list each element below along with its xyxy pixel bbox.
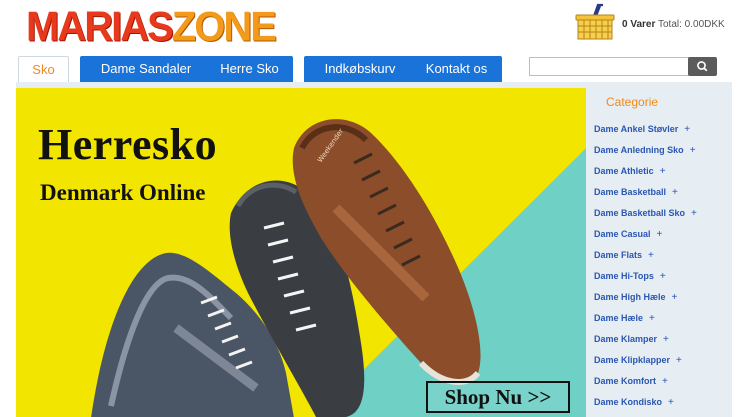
expand-plus-icon[interactable]: + [663, 334, 669, 345]
expand-plus-icon[interactable]: + [660, 271, 666, 282]
category-link[interactable]: Dame High Hæle [594, 292, 666, 302]
hero-banner[interactable]: Weekender Herresko Denmark Online Shop N… [16, 88, 586, 417]
category-link[interactable]: Dame Komfort [594, 376, 656, 386]
cart-count: 0 Varer [622, 19, 656, 30]
expand-plus-icon[interactable]: + [676, 355, 682, 366]
category-item[interactable]: Dame Hi-Tops + [594, 269, 697, 290]
category-item[interactable]: Dame Kondisko + [594, 395, 697, 416]
category-item[interactable]: Dame Hæle + [594, 311, 697, 332]
tab-kontakt-os[interactable]: Kontakt os [411, 56, 502, 82]
banner-title: Herresko [38, 120, 218, 169]
tab-sko[interactable]: Sko [18, 56, 69, 82]
category-item[interactable]: Dame Komfort + [594, 374, 697, 395]
expand-plus-icon[interactable]: + [672, 187, 678, 198]
expand-plus-icon[interactable]: + [662, 376, 668, 387]
category-link[interactable]: Dame Anledning Sko [594, 145, 684, 155]
category-link[interactable]: Dame Klamper [594, 334, 657, 344]
search-input[interactable] [529, 57, 689, 76]
expand-plus-icon[interactable]: + [660, 166, 666, 177]
cart-summary[interactable]: 0 Varer Total: 0.00DKK [622, 19, 725, 30]
category-item[interactable]: Dame Basketball + [594, 185, 697, 206]
expand-plus-icon[interactable]: + [648, 250, 654, 261]
tab-indkobskurv[interactable]: Indkøbskurv [304, 56, 416, 82]
category-link[interactable]: Dame Kondisko [594, 397, 662, 407]
category-link[interactable]: Dame Hi-Tops [594, 271, 654, 281]
category-item[interactable]: Dame Basketball Sko + [594, 206, 697, 227]
category-item[interactable]: Dame Ankel Støvler + [594, 122, 697, 143]
category-link[interactable]: Dame Klipklapper [594, 355, 670, 365]
category-link[interactable]: Dame Athletic [594, 166, 654, 176]
banner-subtitle: Denmark Online [40, 180, 206, 205]
category-item[interactable]: Dame Klipklapper + [594, 353, 697, 374]
search-icon [697, 61, 708, 72]
category-link[interactable]: Dame Ankel Støvler [594, 124, 678, 134]
category-list: Dame Ankel Støvler + Dame Anledning Sko + … [594, 122, 697, 416]
tab-dame-sandaler[interactable]: Dame Sandaler [80, 56, 212, 82]
site-logo[interactable]: MARIASZONE [26, 3, 277, 51]
cart-total: Total: 0.00DKK [657, 19, 725, 30]
category-item[interactable]: Dame Casual + [594, 227, 697, 248]
tab-herre-sko[interactable]: Herre Sko [206, 56, 293, 82]
category-item[interactable]: Dame Klamper + [594, 332, 697, 353]
expand-plus-icon[interactable]: + [691, 208, 697, 219]
logo-part-zone: ZONE [171, 3, 277, 51]
category-item[interactable]: Dame Athletic + [594, 164, 697, 185]
category-link[interactable]: Dame Flats [594, 250, 642, 260]
expand-plus-icon[interactable]: + [672, 292, 678, 303]
search-button[interactable] [688, 57, 717, 76]
category-item[interactable]: Dame High Hæle + [594, 290, 697, 311]
expand-plus-icon[interactable]: + [690, 145, 696, 156]
category-link[interactable]: Dame Basketball [594, 187, 666, 197]
category-link[interactable]: Dame Basketball Sko [594, 208, 685, 218]
shop-now-button[interactable]: Shop Nu >> [426, 381, 570, 413]
expand-plus-icon[interactable]: + [668, 397, 674, 408]
expand-plus-icon[interactable]: + [657, 229, 663, 240]
shopping-basket-icon[interactable] [574, 3, 616, 41]
category-heading: Categorie [606, 95, 659, 109]
logo-part-marias: MARIAS [26, 3, 174, 51]
expand-plus-icon[interactable]: + [684, 124, 690, 135]
category-item[interactable]: Dame Anledning Sko + [594, 143, 697, 164]
category-link[interactable]: Dame Casual [594, 229, 651, 239]
category-link[interactable]: Dame Hæle [594, 313, 643, 323]
expand-plus-icon[interactable]: + [649, 313, 655, 324]
category-item[interactable]: Dame Flats + [594, 248, 697, 269]
